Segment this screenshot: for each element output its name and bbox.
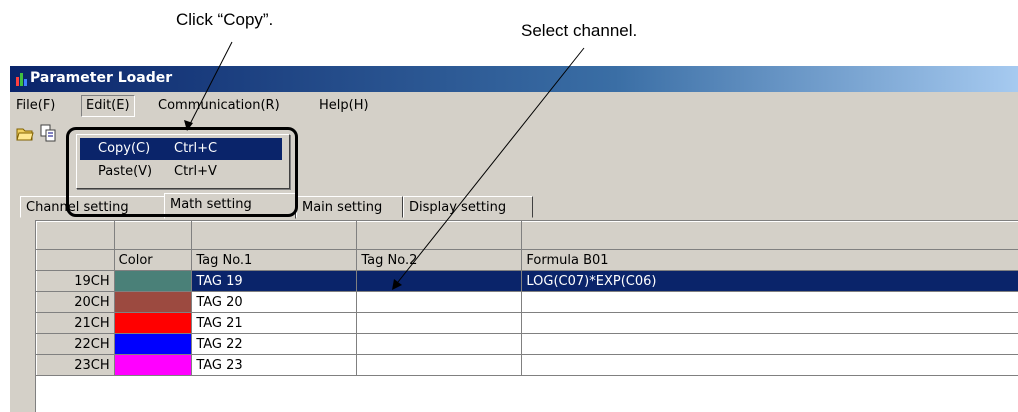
formula-cell[interactable] xyxy=(521,333,1018,355)
grid-corner-cell xyxy=(36,249,115,271)
row-header[interactable]: 22CH xyxy=(36,333,115,355)
tag1-cell[interactable]: TAG 19 xyxy=(191,270,358,292)
app-icon xyxy=(16,73,27,86)
row-header[interactable]: 23CH xyxy=(36,354,115,376)
menu-communication[interactable]: Communication(R) xyxy=(154,96,284,116)
menu-help[interactable]: Help(H) xyxy=(315,96,373,116)
tag2-cell[interactable] xyxy=(356,354,523,376)
column-header-tag1[interactable]: Tag No.1 xyxy=(191,249,358,271)
paste-label: Paste(V) xyxy=(98,164,153,179)
window-title: Parameter Loader xyxy=(30,70,173,86)
formula-cell[interactable] xyxy=(521,291,1018,313)
menu-item-paste[interactable]: Paste(V) Ctrl+V xyxy=(80,161,282,183)
color-swatch[interactable] xyxy=(113,354,193,376)
menu-file[interactable]: File(F) xyxy=(12,96,59,116)
formula-cell[interactable] xyxy=(521,354,1018,376)
tab-channel-setting[interactable]: Channel setting xyxy=(20,196,165,218)
formula-cell[interactable]: LOG(C07)*EXP(C06) xyxy=(521,270,1018,292)
tab-display-setting[interactable]: Display setting xyxy=(403,196,533,218)
callout-select-channel: Select channel. xyxy=(521,21,638,40)
column-header-tag2[interactable]: Tag No.2 xyxy=(356,249,523,271)
table-row-23ch[interactable]: 23CH TAG 23 xyxy=(36,354,1018,376)
open-folder-icon[interactable] xyxy=(16,124,34,142)
row-header[interactable]: 21CH xyxy=(36,312,115,334)
copy-shortcut: Ctrl+C xyxy=(174,141,218,156)
menu-edit[interactable]: Edit(E) xyxy=(81,95,135,117)
row-header[interactable]: 19CH xyxy=(36,270,115,292)
menu-item-copy[interactable]: Copy(C) Ctrl+C xyxy=(80,138,282,160)
callout-click-copy: Click “Copy”. xyxy=(176,10,274,29)
parameter-loader-window: Parameter Loader File(F) Edit(E) Communi… xyxy=(10,66,1018,412)
table-row-21ch[interactable]: 21CH TAG 21 xyxy=(36,312,1018,334)
grid-corner-cell xyxy=(36,221,115,250)
tag2-cell[interactable] xyxy=(356,270,523,292)
column-header-color[interactable]: Color xyxy=(113,249,193,271)
tab-main-setting[interactable]: Main setting xyxy=(296,196,403,218)
edit-dropdown-menu: Copy(C) Ctrl+C Paste(V) Ctrl+V xyxy=(76,134,290,189)
tag2-cell[interactable] xyxy=(356,312,523,334)
tag1-cell[interactable]: TAG 20 xyxy=(191,291,358,313)
table-row-20ch[interactable]: 20CH TAG 20 xyxy=(36,291,1018,313)
tab-math-setting[interactable]: Math setting xyxy=(164,193,296,219)
math-setting-grid: Color Tag No.1 Tag No.2 Formula B01 19CH… xyxy=(35,220,1018,412)
paste-shortcut: Ctrl+V xyxy=(174,164,217,179)
copy-icon[interactable] xyxy=(40,124,58,142)
title-bar: Parameter Loader xyxy=(10,66,1018,92)
menu-bar: File(F) Edit(E) Communication(R) Help(H) xyxy=(10,92,1018,118)
color-swatch[interactable] xyxy=(113,270,193,292)
row-header[interactable]: 20CH xyxy=(36,291,115,313)
tag2-cell[interactable] xyxy=(356,291,523,313)
color-swatch[interactable] xyxy=(113,312,193,334)
table-row-22ch[interactable]: 22CH TAG 22 xyxy=(36,333,1018,355)
copy-label: Copy(C) xyxy=(98,141,151,156)
tag2-cell[interactable] xyxy=(356,333,523,355)
tag1-cell[interactable]: TAG 21 xyxy=(191,312,358,334)
formula-cell[interactable] xyxy=(521,312,1018,334)
column-header-formula[interactable]: Formula B01 xyxy=(521,249,1018,271)
color-swatch[interactable] xyxy=(113,333,193,355)
color-swatch[interactable] xyxy=(113,291,193,313)
table-row-19ch[interactable]: 19CH TAG 19 LOG(C07)*EXP(C06) xyxy=(36,270,1018,292)
tag1-cell[interactable]: TAG 22 xyxy=(191,333,358,355)
tag1-cell[interactable]: TAG 23 xyxy=(191,354,358,376)
